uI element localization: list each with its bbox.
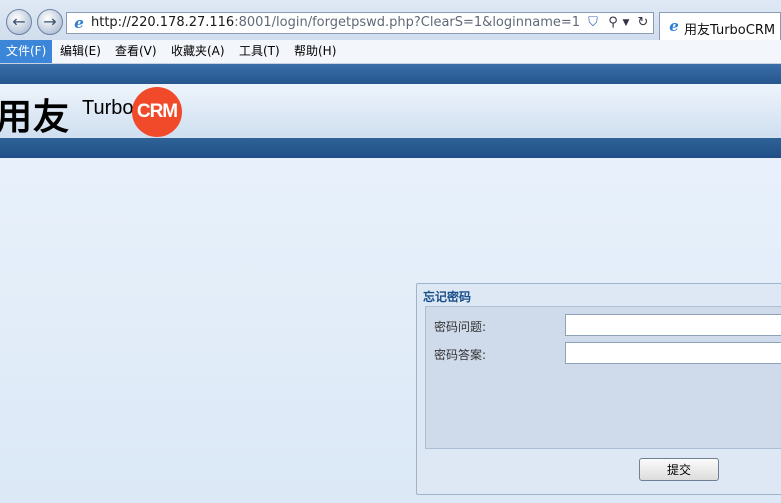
forget-password-panel: 忘记密码 密码问题: 密码答案: 提交	[416, 283, 781, 495]
header-bottom-band	[0, 138, 781, 158]
compatibility-shield-icon[interactable]: ⛉	[585, 14, 601, 32]
form-area: 密码问题: 密码答案:	[425, 306, 781, 449]
logo-chinese: 用友	[0, 97, 71, 138]
answer-label: 密码答案:	[434, 348, 487, 362]
refresh-icon[interactable]: ↻	[635, 14, 651, 32]
menu-favorites[interactable]: 收藏夹(A)	[165, 40, 231, 63]
ie-page-icon: e	[74, 14, 84, 32]
tab-title: 用友TurboCRM	[684, 23, 776, 38]
url-path: :8001/login/forgetpswd.php?ClearS=1&logi…	[234, 15, 581, 30]
back-arrow-icon[interactable]: ←	[6, 9, 32, 35]
search-icon[interactable]: ⚲	[605, 14, 621, 32]
question-input[interactable]	[565, 314, 781, 336]
menu-view[interactable]: 查看(V)	[109, 40, 163, 63]
chevron-down-icon[interactable]: ▼	[621, 14, 631, 32]
address-bar[interactable]: e http://220.178.27.116:8001/login/forge…	[66, 12, 654, 34]
browser-toolbar: ← → e http://220.178.27.116:8001/login/f…	[0, 0, 781, 45]
site-header: 用友 Turbo CRM	[0, 84, 781, 138]
menu-tools[interactable]: 工具(T)	[233, 40, 286, 63]
logo-crm-badge: CRM	[132, 87, 182, 137]
tab-ie-icon: e	[669, 17, 679, 35]
panel-title: 忘记密码	[423, 290, 472, 304]
question-label: 密码问题:	[434, 320, 487, 334]
submit-button[interactable]: 提交	[639, 458, 719, 481]
menu-edit[interactable]: 编辑(E)	[54, 40, 107, 63]
answer-input[interactable]	[565, 342, 781, 364]
address-url[interactable]: http://220.178.27.116:8001/login/forgetp…	[91, 15, 580, 30]
menu-file[interactable]: 文件(F)	[0, 40, 53, 63]
logo-turbo: Turbo	[82, 97, 134, 119]
url-host: http://220.178.27.116	[91, 15, 235, 30]
forward-arrow-icon[interactable]: →	[37, 9, 63, 35]
menu-bar: 文件(F) 编辑(E) 查看(V) 收藏夹(A) 工具(T) 帮助(H)	[0, 40, 781, 64]
header-top-band	[0, 64, 781, 84]
menu-help[interactable]: 帮助(H)	[288, 40, 342, 63]
